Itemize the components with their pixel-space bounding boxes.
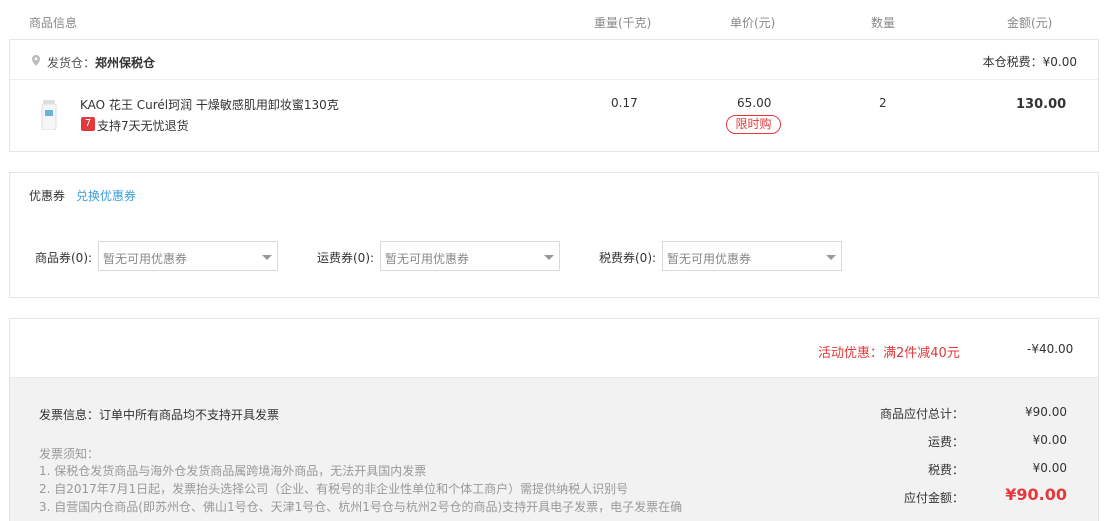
shipping-coupon-value: 暂无可用优惠券 <box>385 252 470 266</box>
exchange-coupon-link[interactable]: 兑换优惠券 <box>76 187 136 204</box>
product-unit-price: 65.00 <box>737 96 772 110</box>
return-policy-text: 支持7天无忧退货 <box>97 119 189 133</box>
invoice-and-totals: 发票信息：订单中所有商品均不支持开具发票 发票须知： 1. 保税仓发货商品与海外… <box>10 378 1098 521</box>
header-quantity: 数量 <box>871 16 896 30</box>
product-name[interactable]: KAO 花王 Curél珂润 干燥敏感肌用卸妆蜜130克 <box>80 96 339 113</box>
limited-time-tag: 限时购 <box>726 115 781 134</box>
product-coupon-value: 暂无可用优惠券 <box>103 252 188 266</box>
invoice-note: 1. 保税仓发货商品与海外仓发货商品属跨境海外商品，无法开具国内发票 <box>39 464 427 478</box>
promotion-label: 活动优惠：满2件减40元 <box>818 346 960 361</box>
promotion-row: 活动优惠：满2件减40元 -¥40.00 <box>10 319 1098 378</box>
warehouse-tax: 本仓税费：¥0.00 <box>982 55 1077 69</box>
shipping-coupon-label: 运费券(0): <box>317 251 375 265</box>
product-coupon-select[interactable]: 暂无可用优惠券 <box>98 241 278 271</box>
chevron-down-icon <box>544 255 554 260</box>
invoice-notes-title: 发票须知： <box>39 447 100 461</box>
payable-amount: ¥90.00 <box>1005 485 1067 504</box>
shipping-coupon-select[interactable]: 暂无可用优惠券 <box>380 241 560 271</box>
coupon-title: 优惠券 <box>29 189 66 203</box>
cart-table-header: 商品信息 重量(千克) 单价(元) 数量 金额(元) <box>9 0 1099 40</box>
product-coupon-label: 商品券(0): <box>35 251 93 265</box>
payable-label: 应付金额： <box>903 491 964 505</box>
tax-coupon-label: 税费券(0): <box>599 251 657 265</box>
product-weight: 0.17 <box>611 96 638 110</box>
goods-total-label: 商品应付总计： <box>879 407 964 421</box>
invoice-info: 发票信息：订单中所有商品均不支持开具发票 <box>39 408 280 422</box>
tax-value: ¥0.00 <box>1032 461 1067 475</box>
header-unit-price: 单价(元) <box>730 16 776 30</box>
header-product-info: 商品信息 <box>29 16 78 30</box>
tax-label: 税费： <box>927 463 964 477</box>
warehouse-name: 郑州保税仓 <box>95 56 156 70</box>
header-weight: 重量(千克) <box>594 16 652 30</box>
product-quantity: 2 <box>879 96 887 110</box>
goods-total-value: ¥90.00 <box>1025 405 1067 419</box>
header-amount: 金额(元) <box>1007 16 1053 30</box>
chevron-down-icon <box>826 255 836 260</box>
promotion-amount: -¥40.00 <box>1027 342 1074 356</box>
invoice-note: 3. 自营国内仓商品(即苏州仓、佛山1号仓、天津1号仓、杭州1号仓与杭州2号仓的… <box>39 500 683 514</box>
seven-day-return-badge: 7 <box>81 117 95 131</box>
tax-coupon-select[interactable]: 暂无可用优惠券 <box>662 241 842 271</box>
coupon-section: 优惠券 兑换优惠券 商品券(0): 暂无可用优惠券 运费券(0): 暂无可用优惠… <box>9 172 1099 298</box>
tax-coupon-value: 暂无可用优惠券 <box>667 252 752 266</box>
product-thumbnail[interactable] <box>40 100 58 130</box>
invoice-note: 2. 自2017年7月1日起，发票抬头选择公司（企业、有税号的非企业性单位和个体… <box>39 482 629 496</box>
warehouse-row: 发货仓：郑州保税仓 本仓税费：¥0.00 <box>10 40 1098 80</box>
warehouse-label-text: 发货仓： <box>47 56 96 70</box>
product-amount: 130.00 <box>1016 97 1067 112</box>
order-block: 发货仓：郑州保税仓 本仓税费：¥0.00 KAO 花王 Curél珂润 干燥敏感… <box>9 40 1099 152</box>
warehouse-label: 发货仓：郑州保税仓 <box>47 54 155 71</box>
chevron-down-icon <box>262 255 272 260</box>
shipping-value: ¥0.00 <box>1032 433 1067 447</box>
order-summary: 活动优惠：满2件减40元 -¥40.00 发票信息：订单中所有商品均不支持开具发… <box>9 318 1099 521</box>
location-pin-icon <box>32 55 40 66</box>
shipping-label: 运费： <box>927 435 964 449</box>
